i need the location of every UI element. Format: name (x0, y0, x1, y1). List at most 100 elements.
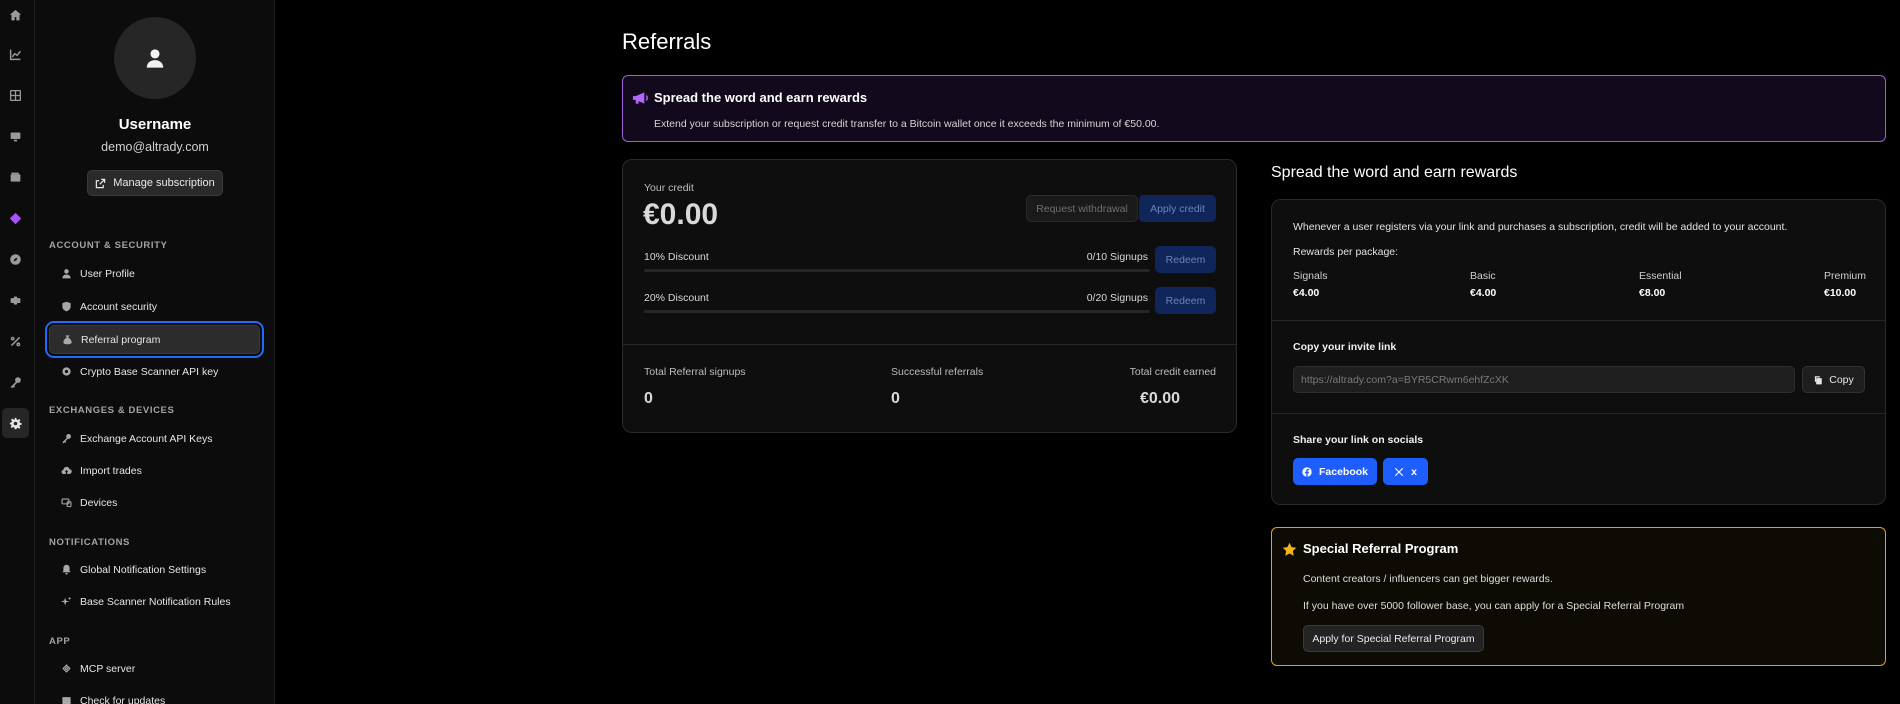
discount-count: 0/10 Signups (1086, 251, 1148, 263)
page-title: Referrals (622, 29, 712, 54)
divider (623, 344, 1236, 345)
request-withdrawal-button[interactable]: Request withdrawal (1026, 195, 1138, 222)
sidebar-item-base-scanner-notification-rules[interactable]: Base Scanner Notification Rules (49, 587, 260, 616)
rewards-title: Spread the word and earn rewards (1271, 164, 1518, 181)
sidebar-item-label: Exchange Account API Keys (80, 432, 213, 445)
special-line-2: If you have over 5000 follower base, you… (1303, 600, 1685, 612)
stat-label: Total Referral signups (644, 366, 746, 378)
apply-credit-button[interactable]: Apply credit (1139, 195, 1216, 222)
sidebar-item-label: Global Notification Settings (80, 563, 207, 576)
package-premium: Premium €10.00 (1824, 270, 1866, 299)
package-value: €8.00 (1639, 287, 1666, 299)
sidebar-item-crypto-base-scanner-api-key[interactable]: Crypto Base Scanner API key (49, 357, 260, 386)
icon-rail (0, 0, 35, 704)
redeem-10-button[interactable]: Redeem (1155, 246, 1216, 273)
special-line-1: Content creators / influencers can get b… (1303, 573, 1553, 585)
package-name: Signals (1293, 270, 1328, 282)
special-title: Special Referral Program (1303, 541, 1459, 556)
user-avatar-icon (146, 49, 164, 68)
discount-name: 10% Discount (644, 251, 709, 263)
sidebar-item-label: User Profile (80, 267, 135, 280)
wallet-icon[interactable] (2, 162, 29, 192)
home-icon[interactable] (2, 0, 29, 30)
sidebar-item-user-profile[interactable]: User Profile (49, 259, 260, 288)
package-name: Essential (1639, 270, 1682, 282)
redeem-20-button[interactable]: Redeem (1155, 287, 1216, 314)
sidebar-item-import-trades[interactable]: Import trades (49, 456, 260, 485)
package-value: €10.00 (1824, 287, 1857, 299)
percent-icon[interactable] (2, 326, 29, 356)
sidebar-item-label: Base Scanner Notification Rules (80, 595, 231, 608)
rewards-intro: Whenever a user registers via your link … (1293, 221, 1788, 233)
section-title-app: APP (49, 636, 71, 647)
x-share-button[interactable]: x (1383, 458, 1428, 485)
copy-link-button[interactable]: Copy (1802, 366, 1865, 393)
stat-label: Successful referrals (891, 366, 984, 378)
avatar[interactable] (114, 17, 196, 99)
sidebar-item-label: MCP server (80, 662, 136, 675)
update-icon (61, 695, 72, 704)
x-label: x (1411, 465, 1417, 478)
monitor-icon[interactable] (2, 121, 29, 151)
megaphone-icon (632, 92, 648, 104)
sidebar-item-label: Account security (80, 300, 158, 313)
referral-banner: Spread the word and earn rewards Extend … (622, 75, 1886, 142)
share-heading: Share your link on socials (1293, 434, 1424, 446)
divider (1272, 413, 1885, 414)
credit-value: €0.00 (643, 198, 719, 231)
x-logo-icon (1394, 467, 1404, 476)
stat-value: 0 (891, 390, 900, 407)
invite-heading: Copy your invite link (1293, 341, 1397, 353)
cloud-upload-icon (61, 465, 72, 476)
stat-value: 0 (644, 390, 653, 407)
package-basic: Basic €4.00 (1470, 270, 1496, 299)
manage-subscription-button[interactable]: Manage subscription (87, 170, 223, 196)
divider (1272, 320, 1885, 321)
discount-progress-track (644, 310, 1150, 313)
user-icon (61, 268, 72, 279)
grid-icon[interactable] (2, 80, 29, 110)
sidebar-item-devices[interactable]: Devices (49, 488, 260, 517)
key-icon (61, 433, 72, 444)
sidebar-item-label: Import trades (80, 464, 142, 477)
package-essential: Essential €8.00 (1639, 270, 1682, 299)
section-title-account-security: ACCOUNT & SECURITY (49, 240, 168, 251)
sidebar-item-check-for-updates[interactable]: Check for updates (49, 686, 260, 704)
sidebar-item-label: Check for updates (80, 694, 166, 704)
facebook-share-button[interactable]: Facebook (1293, 458, 1377, 485)
invite-link-field[interactable]: https://altrady.com?a=BYR5CRwm6ehfZcXK (1293, 366, 1795, 393)
gear-icon (61, 366, 72, 377)
app-window: Username demo@altrady.com Manage subscri… (0, 0, 1900, 704)
discount-name: 20% Discount (644, 292, 709, 304)
banner-title: Spread the word and earn rewards (654, 90, 868, 105)
sidebar-item-exchange-account-api-keys[interactable]: Exchange Account API Keys (49, 424, 260, 453)
credit-card: Your credit €0.00 Request withdrawal App… (622, 159, 1237, 433)
stat-value: €0.00 (1139, 390, 1180, 407)
settings-icon[interactable] (2, 408, 29, 438)
star-icon (1282, 542, 1297, 556)
chart-icon[interactable] (2, 39, 29, 69)
diamond-icon[interactable] (2, 203, 29, 233)
shield-icon (61, 301, 72, 312)
key-icon[interactable] (2, 367, 29, 397)
package-signals: Signals €4.00 (1293, 270, 1327, 299)
stat-label: Total credit earned (1129, 366, 1216, 378)
external-link-icon (95, 178, 106, 188)
sidebar-item-global-notification-settings[interactable]: Global Notification Settings (49, 555, 260, 584)
sidebar-item-referral-program[interactable]: Referral program (45, 321, 264, 358)
apply-special-referral-button[interactable]: Apply for Special Referral Program (1303, 625, 1484, 652)
bell-icon (61, 564, 72, 575)
discount-progress-track (644, 269, 1150, 272)
money-bag-icon (62, 334, 73, 345)
sidebar-item-account-security[interactable]: Account security (49, 292, 260, 321)
special-referral-card: Special Referral Program Content creator… (1271, 527, 1886, 666)
mcp-icon (61, 663, 72, 674)
copy-label: Copy (1829, 373, 1854, 386)
compass-icon[interactable] (2, 244, 29, 274)
package-name: Premium (1824, 270, 1867, 282)
sidebar-item-mcp-server[interactable]: MCP server (49, 654, 260, 683)
puzzle-icon[interactable] (2, 285, 29, 315)
section-title-notifications: NOTIFICATIONS (49, 537, 130, 548)
section-title-exchanges-devices: EXCHANGES & DEVICES (49, 405, 175, 416)
copy-icon (1815, 375, 1822, 384)
